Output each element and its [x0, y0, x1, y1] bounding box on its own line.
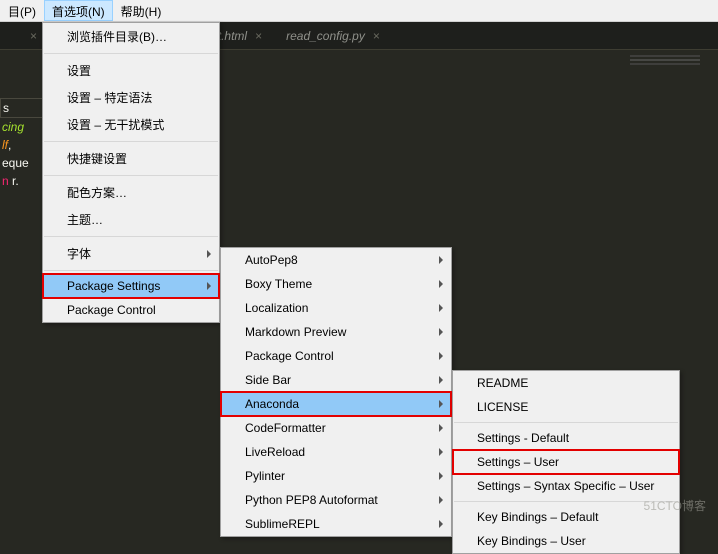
- menu-localization[interactable]: Localization: [221, 296, 451, 320]
- chevron-right-icon: [439, 304, 443, 312]
- menu-color-scheme[interactable]: 配色方案…: [43, 179, 219, 206]
- chevron-right-icon: [439, 520, 443, 528]
- menu-side-bar[interactable]: Side Bar: [221, 368, 451, 392]
- menu-separator: [44, 53, 218, 54]
- anaconda-submenu: README LICENSE Settings - Default Settin…: [452, 370, 680, 554]
- menu-package-settings[interactable]: Package Settings: [43, 274, 219, 298]
- menu-font[interactable]: 字体: [43, 240, 219, 267]
- menu-help[interactable]: 帮助(H): [113, 0, 170, 21]
- menu-readme[interactable]: README: [453, 371, 679, 395]
- menu-markdown-preview[interactable]: Markdown Preview: [221, 320, 451, 344]
- menu-package-control-sub[interactable]: Package Control: [221, 344, 451, 368]
- menu-separator: [44, 270, 218, 271]
- menubar: 目(P) 首选项(N) 帮助(H): [0, 0, 718, 22]
- chevron-right-icon: [439, 376, 443, 384]
- close-icon[interactable]: ×: [373, 29, 380, 43]
- menu-preferences[interactable]: 首选项(N): [44, 0, 113, 21]
- chevron-right-icon: [439, 256, 443, 264]
- menu-pylinter[interactable]: Pylinter: [221, 464, 451, 488]
- editor-area: s cing lf, eque n r.: [0, 50, 45, 190]
- menu-settings[interactable]: 设置: [43, 57, 219, 84]
- menu-keybindings-user[interactable]: Key Bindings – User: [453, 529, 679, 553]
- chevron-right-icon: [439, 424, 443, 432]
- menu-python-pep8[interactable]: Python PEP8 Autoformat: [221, 488, 451, 512]
- menu-keybindings[interactable]: 快捷键设置: [43, 145, 219, 172]
- package-settings-submenu: AutoPep8 Boxy Theme Localization Markdow…: [220, 247, 452, 537]
- menu-sublimerepl[interactable]: SublimeREPL: [221, 512, 451, 536]
- chevron-right-icon: [439, 400, 443, 408]
- menu-autopep8[interactable]: AutoPep8: [221, 248, 451, 272]
- menu-anaconda[interactable]: Anaconda: [221, 392, 451, 416]
- chevron-right-icon: [207, 282, 211, 290]
- tab-readconfig[interactable]: read_config.py×: [274, 23, 392, 49]
- chevron-right-icon: [439, 280, 443, 288]
- menu-project[interactable]: 目(P): [0, 0, 44, 21]
- chevron-right-icon: [439, 352, 443, 360]
- menu-separator: [44, 141, 218, 142]
- menu-theme[interactable]: 主题…: [43, 206, 219, 233]
- chevron-right-icon: [439, 496, 443, 504]
- menu-settings-syntax-user[interactable]: Settings – Syntax Specific – User: [453, 474, 679, 498]
- chevron-right-icon: [439, 448, 443, 456]
- chevron-right-icon: [439, 472, 443, 480]
- menu-livereload[interactable]: LiveReload: [221, 440, 451, 464]
- menu-browse-packages[interactable]: 浏览插件目录(B)…: [43, 23, 219, 50]
- menu-separator: [44, 236, 218, 237]
- menu-separator: [44, 175, 218, 176]
- menu-package-control[interactable]: Package Control: [43, 298, 219, 322]
- close-icon[interactable]: ×: [255, 29, 262, 43]
- menu-separator: [454, 422, 678, 423]
- menu-license[interactable]: LICENSE: [453, 395, 679, 419]
- minimap[interactable]: [630, 55, 700, 85]
- close-icon[interactable]: ×: [30, 29, 37, 43]
- menu-boxy-theme[interactable]: Boxy Theme: [221, 272, 451, 296]
- menu-settings-user[interactable]: Settings – User: [453, 450, 679, 474]
- watermark: 51CTO博客: [644, 497, 706, 514]
- menu-settings-distraction[interactable]: 设置 – 无干扰模式: [43, 111, 219, 138]
- menu-codeformatter[interactable]: CodeFormatter: [221, 416, 451, 440]
- chevron-right-icon: [439, 328, 443, 336]
- menu-settings-syntax[interactable]: 设置 – 特定语法: [43, 84, 219, 111]
- preferences-menu: 浏览插件目录(B)… 设置 设置 – 特定语法 设置 – 无干扰模式 快捷键设置…: [42, 22, 220, 323]
- chevron-right-icon: [207, 250, 211, 258]
- menu-settings-default[interactable]: Settings - Default: [453, 426, 679, 450]
